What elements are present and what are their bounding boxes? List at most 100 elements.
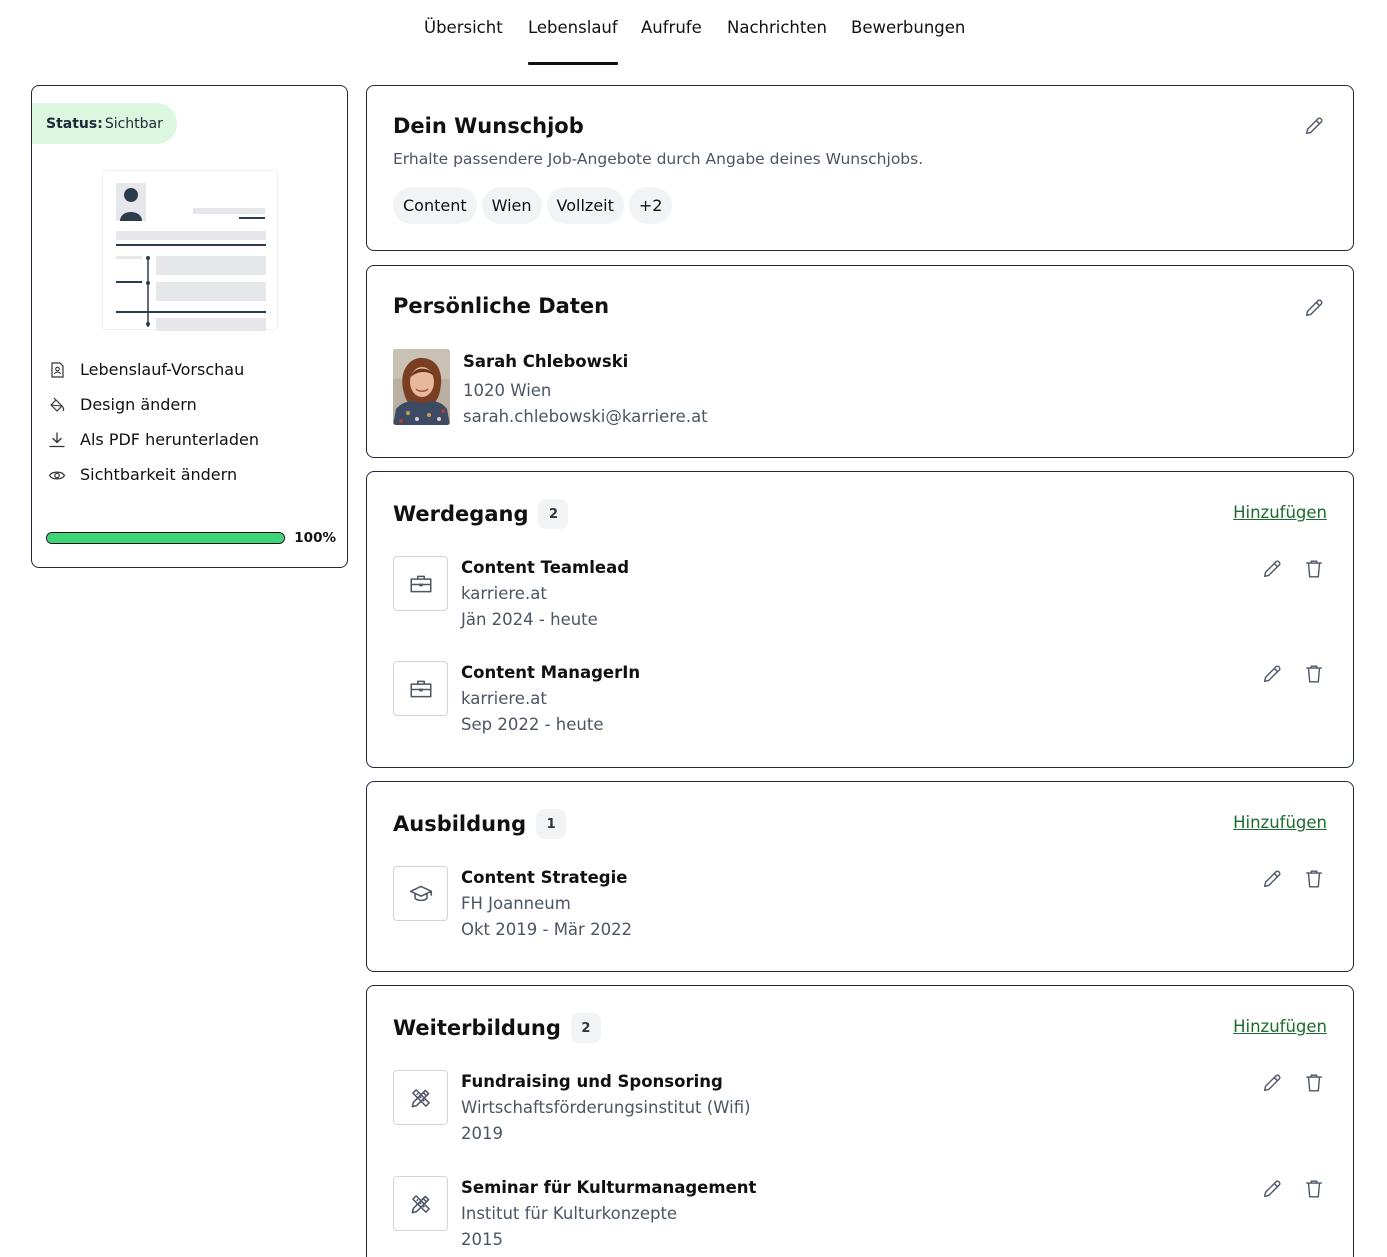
weiterbildung-entry: Fundraising und Sponsoring Wirtschaftsfö… [393,1070,1327,1160]
cv-sidebar-card: Status: Sichtbar Lebenslauf-Vorschau Des… [31,85,348,568]
trash-icon [1303,663,1325,685]
pdf-download-link[interactable]: Als PDF herunterladen [48,422,259,457]
werdegang-count-badge: 2 [538,499,569,529]
graduation-cap-icon [408,881,434,907]
werdegang-entry: Content ManagerIn karriere.at Sep 2022 -… [393,661,1327,751]
status-badge: Status: Sichtbar [32,103,177,144]
person-name: Sarah Chlebowski [463,352,629,371]
cv-thumbnail[interactable] [102,170,278,331]
visibility-change-link[interactable]: Sichtbarkeit ändern [48,457,259,492]
wunschjob-chips: Content Wien Vollzeit +2 [393,187,673,224]
download-icon [49,431,65,447]
entry-date: 2015 [461,1230,503,1249]
trash-icon [1303,1072,1325,1094]
progress-label: 100% [294,530,336,546]
entry-edit-button[interactable] [1259,1070,1285,1096]
status-value: Sichtbar [104,115,163,132]
weiterbildung-count-badge: 2 [570,1013,601,1043]
chip-wien: Wien [481,187,542,224]
entry-title: Content Strategie [461,868,628,887]
cv-actions-menu: Lebenslauf-Vorschau Design ändern Als PD… [48,352,259,492]
design-change-link[interactable]: Design ändern [48,387,259,422]
pencil-ruler-icon [408,1085,434,1111]
ausbildung-add-link[interactable]: Hinzufügen [1233,813,1327,832]
pencil-icon [1261,1072,1283,1094]
weiterbildung-entry: Seminar für Kulturmanagement Institut fü… [393,1176,1327,1257]
eye-icon [48,471,66,479]
tab-bewerbungen[interactable]: Bewerbungen [851,18,965,66]
cv-preview-label: Lebenslauf-Vorschau [80,360,245,379]
chip-more[interactable]: +2 [628,187,673,224]
entry-delete-button[interactable] [1301,1070,1327,1096]
entry-organization: FH Joanneum [461,894,571,913]
status-label: Status: [46,115,103,132]
entry-date: Okt 2019 - Mär 2022 [461,920,633,939]
cv-preview-link[interactable]: Lebenslauf-Vorschau [48,352,259,387]
avatar [393,349,450,425]
trash-icon [1303,558,1325,580]
person-email: sarah.chlebowski@karriere.at [463,407,708,426]
entry-date: 2019 [461,1124,503,1143]
trash-icon [1303,1178,1325,1200]
entry-delete-button[interactable] [1301,1176,1327,1202]
tab-nachrichten[interactable]: Nachrichten [727,18,827,66]
progress-track [46,532,286,544]
ausbildung-card: Ausbildung 1 Hinzufügen Content Strategi… [366,781,1354,972]
progress-fill [47,533,285,543]
ausbildung-title-text: Ausbildung [393,812,527,836]
weiterbildung-title-text: Weiterbildung [393,1016,561,1040]
visibility-change-label: Sichtbarkeit ändern [80,465,238,484]
personal-data-edit-button[interactable] [1301,295,1327,321]
chip-content: Content [393,187,477,224]
weiterbildung-title: Weiterbildung 2 [393,1013,601,1043]
werdegang-add-link[interactable]: Hinzufügen [1233,503,1327,522]
pdf-download-label: Als PDF herunterladen [80,430,259,449]
weiterbildung-card: Weiterbildung 2 Hinzufügen Fundraising u… [366,985,1354,1257]
entry-edit-button[interactable] [1259,661,1285,687]
entry-date: Sep 2022 - heute [461,715,604,734]
entry-icon-box [393,556,448,611]
tab-uebersicht[interactable]: Übersicht [424,18,503,66]
entry-edit-button[interactable] [1259,556,1285,582]
entry-title: Seminar für Kulturmanagement [461,1178,757,1197]
main-tab-nav: Übersicht Lebenslauf Aufrufe Nachrichten… [0,0,1387,66]
entry-date: Jän 2024 - heute [461,610,598,629]
entry-organization: karriere.at [461,584,547,603]
entry-organization: Wirtschaftsförderungsinstitut (Wifi) [461,1098,751,1117]
wunschjob-subtitle: Erhalte passendere Job-Angebote durch An… [393,150,924,168]
tab-lebenslauf[interactable]: Lebenslauf [528,18,618,66]
pencil-icon [1303,297,1325,319]
briefcase-icon [408,571,434,597]
entry-edit-button[interactable] [1259,866,1285,892]
wunschjob-edit-button[interactable] [1301,113,1327,139]
pencil-icon [1303,115,1325,137]
werdegang-card: Werdegang 2 Hinzufügen Content Teamlead … [366,471,1354,768]
paint-bucket-icon [50,397,65,412]
ausbildung-title: Ausbildung 1 [393,809,567,839]
design-change-label: Design ändern [80,395,197,414]
entry-title: Fundraising und Sponsoring [461,1072,723,1091]
briefcase-icon [408,676,434,702]
profile-progress: 100% [46,530,336,546]
werdegang-entry: Content Teamlead karriere.at Jän 2024 - … [393,556,1327,646]
avatar-photo [393,349,450,425]
personal-data-title: Persönliche Daten [393,294,610,318]
entry-icon-box [393,661,448,716]
person-location: 1020 Wien [463,381,552,400]
entry-edit-button[interactable] [1259,1176,1285,1202]
entry-icon-box [393,1176,448,1231]
pencil-icon [1261,1178,1283,1200]
wunschjob-title: Dein Wunschjob [393,114,584,138]
weiterbildung-add-link[interactable]: Hinzufügen [1233,1017,1327,1036]
pencil-icon [1261,558,1283,580]
entry-icon-box [393,866,448,921]
pencil-ruler-icon [408,1191,434,1217]
pencil-icon [1261,663,1283,685]
entry-delete-button[interactable] [1301,661,1327,687]
tab-aufrufe[interactable]: Aufrufe [641,18,702,66]
ausbildung-count-badge: 1 [536,809,567,839]
entry-delete-button[interactable] [1301,556,1327,582]
entry-organization: karriere.at [461,689,547,708]
entry-delete-button[interactable] [1301,866,1327,892]
werdegang-title-text: Werdegang [393,502,529,526]
